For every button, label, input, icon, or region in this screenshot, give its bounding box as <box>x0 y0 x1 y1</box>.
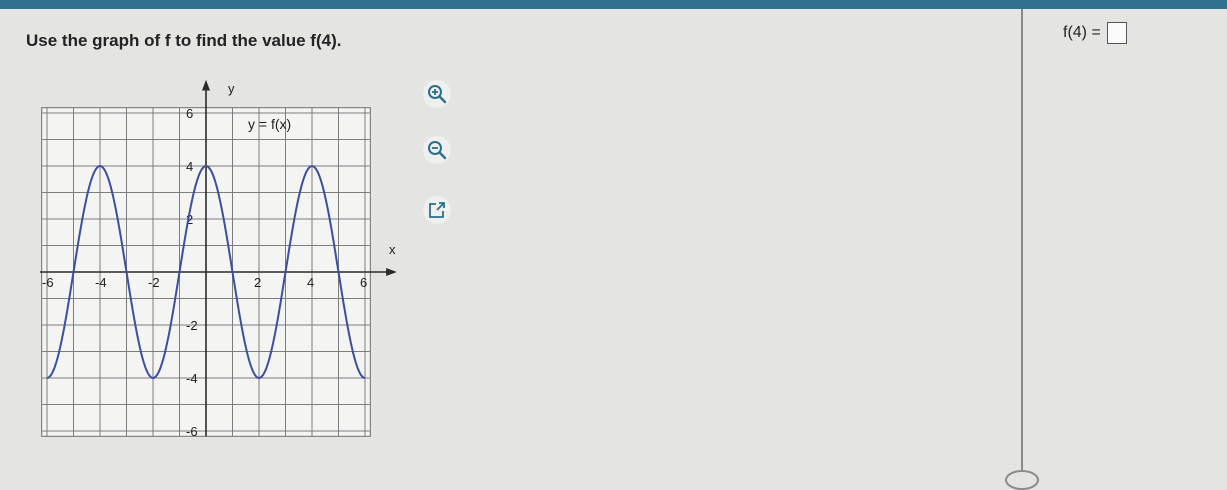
x-axis-arrow <box>386 268 397 276</box>
graph: -6 -4 -2 2 4 6642-2-4-6 y = f(x) y x <box>40 80 397 439</box>
answer-label: f(4) = <box>1063 24 1101 41</box>
x-tick-label: 6 <box>360 275 367 290</box>
zoom-in-icon <box>428 85 447 104</box>
zoom-in-button[interactable] <box>423 80 451 108</box>
question-prompt: Use the graph of f to find the value f(4… <box>26 31 342 50</box>
x-axis-label: x <box>389 242 396 257</box>
x-tick-label: -4 <box>95 275 107 290</box>
popout-button[interactable] <box>423 196 451 224</box>
x-tick-label: 4 <box>307 275 314 290</box>
curve-label: y = f(x) <box>248 116 291 132</box>
y-tick-label: 4 <box>186 159 193 174</box>
y-tick-label: -4 <box>186 371 198 386</box>
x-tick-label: -2 <box>148 275 160 290</box>
y-axis-label: y <box>228 81 235 96</box>
answer-row: f(4) = <box>1063 22 1127 44</box>
y-tick-label: 6 <box>186 106 193 121</box>
y-tick-label: -6 <box>186 424 198 439</box>
top-bar <box>0 0 1227 9</box>
zoom-out-icon <box>428 141 447 160</box>
popout-icon <box>429 202 445 218</box>
x-tick-label: -6 <box>42 275 54 290</box>
answer-input[interactable] <box>1106 22 1127 44</box>
y-axis-arrow <box>202 80 210 91</box>
y-tick-label: -2 <box>186 318 198 333</box>
pane-divider[interactable] <box>1021 9 1023 481</box>
divider-handle[interactable] <box>1005 470 1039 490</box>
zoom-out-button[interactable] <box>423 136 451 164</box>
x-tick-label: 2 <box>254 275 261 290</box>
